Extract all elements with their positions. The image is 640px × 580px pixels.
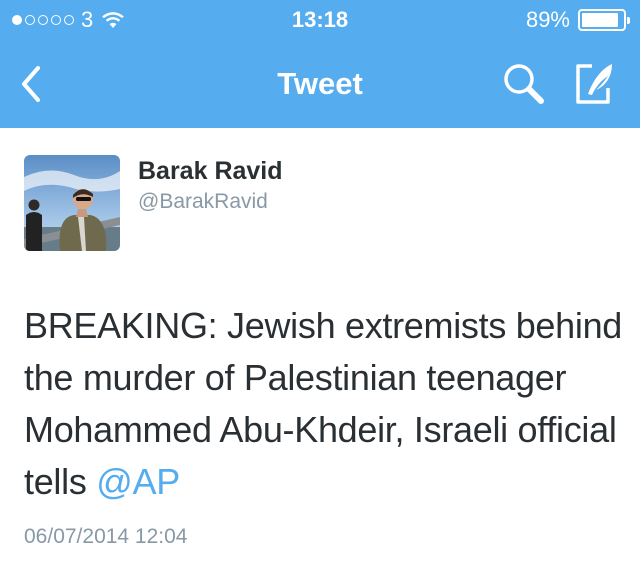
search-icon — [504, 64, 544, 104]
nav-bar: Tweet — [0, 40, 640, 128]
battery-icon — [578, 9, 630, 31]
status-right: 89% — [525, 7, 630, 33]
search-button[interactable] — [498, 58, 550, 110]
tweet-text: BREAKING: Jewish extremists behind the m… — [24, 300, 624, 508]
app-header: 3 13:18 89% Tweet — [0, 0, 640, 128]
avatar-photo — [24, 155, 120, 251]
author-handle[interactable]: @BarakRavid — [138, 190, 268, 214]
status-bar: 3 13:18 89% — [0, 0, 640, 40]
author-name[interactable]: Barak Ravid — [138, 157, 283, 186]
mention-link[interactable]: @AP — [96, 461, 180, 502]
tweet-timestamp: 06/07/2014 12:04 — [24, 525, 188, 548]
compose-icon — [576, 64, 612, 104]
battery-level — [582, 13, 618, 27]
compose-button[interactable] — [568, 58, 622, 110]
avatar[interactable] — [24, 155, 120, 251]
battery-percent: 89% — [525, 7, 570, 32]
